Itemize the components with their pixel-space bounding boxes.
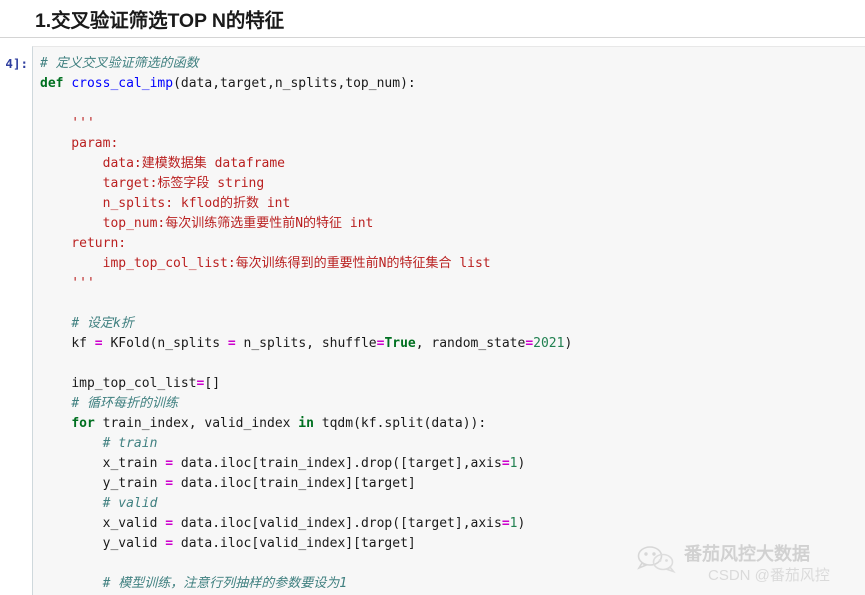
markdown-heading-cell[interactable]: 1.交叉验证筛选TOP N的特征	[0, 0, 865, 38]
code-line: '''	[40, 116, 95, 131]
code-line: n_splits: kflod的折数 int	[40, 196, 291, 211]
code-line: # valid	[102, 496, 158, 511]
code-line: y_train = data.iloc[train_index][target]	[102, 476, 416, 491]
code-line: target:标签字段 string	[40, 176, 265, 191]
code-line: for train_index, valid_index in tqdm(kf.…	[71, 416, 487, 431]
heading-divider	[0, 37, 865, 38]
code-line: # 循环每折的训练	[71, 396, 178, 411]
code-line: imp_top_col_list:每次训练得到的重要性前N的特征集合 list	[40, 256, 491, 271]
notebook-page: 1.交叉验证筛选TOP N的特征 4]: # 定义交叉验证筛选的函数 def cr…	[0, 0, 865, 595]
page-title: 1.交叉验证筛选TOP N的特征	[35, 10, 285, 32]
code-cell[interactable]: 4]: # 定义交叉验证筛选的函数 def cross_cal_imp(data,…	[0, 46, 865, 595]
code-line: # 定义交叉验证筛选的函数	[40, 56, 199, 71]
code-line: x_train = data.iloc[train_index].drop([t…	[102, 456, 526, 471]
code-line: def cross_cal_imp(data,target,n_splits,t…	[40, 76, 416, 91]
code-line: kf = KFold(n_splits = n_splits, shuffle=…	[71, 336, 573, 351]
code-line: param:	[40, 136, 119, 151]
code-line: top_num:每次训练筛选重要性前N的特征 int	[40, 216, 374, 231]
code-line: imp_top_col_list=[]	[71, 376, 221, 391]
code-line: x_valid = data.iloc[valid_index].drop([t…	[102, 516, 526, 531]
code-editor[interactable]: # 定义交叉验证筛选的函数 def cross_cal_imp(data,targ…	[32, 46, 865, 595]
code-line: return:	[40, 236, 127, 251]
code-line: y_valid = data.iloc[valid_index][target]	[102, 536, 416, 551]
code-source[interactable]: # 定义交叉验证筛选的函数 def cross_cal_imp(data,targ…	[40, 54, 572, 595]
code-line: '''	[40, 276, 95, 291]
code-line: # train	[102, 436, 158, 451]
code-line: # 模型训练，注意行列抽样的参数要设为1	[102, 576, 348, 591]
code-line: # 设定k折	[71, 316, 134, 331]
cell-execution-prompt: 4]:	[5, 56, 28, 71]
code-line: data:建模数据集 dataframe	[40, 156, 286, 171]
